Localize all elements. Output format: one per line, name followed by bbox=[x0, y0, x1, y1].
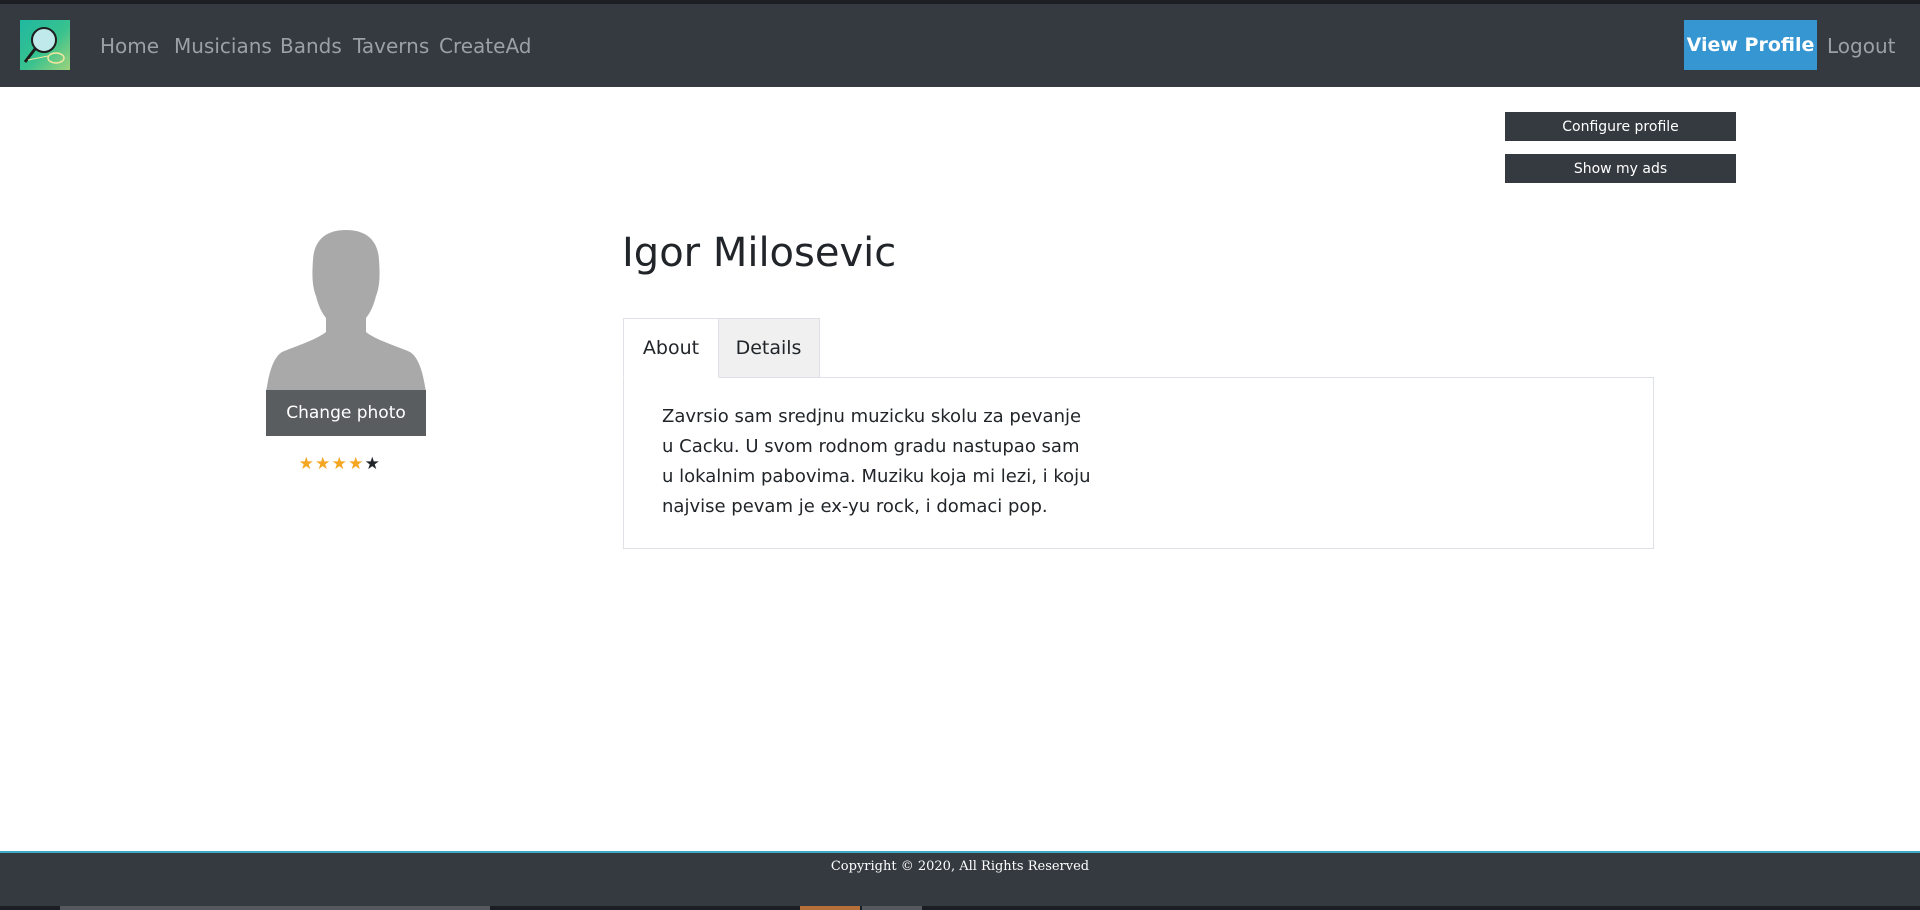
tab-details[interactable]: Details bbox=[718, 318, 820, 378]
about-text: Zavrsio sam sredjnu muzicku skolu za pev… bbox=[662, 406, 1091, 517]
star-filled-icon: ★ bbox=[348, 454, 364, 474]
star-empty-icon: ★ bbox=[364, 454, 380, 474]
taskbar-marker bbox=[800, 906, 860, 910]
change-photo-button[interactable]: Change photo bbox=[266, 390, 426, 436]
copyright-text: Copyright © 2020, All Rights Reserved bbox=[830, 859, 1090, 874]
star-rating: ★★★★★ bbox=[298, 454, 381, 474]
star-filled-icon: ★ bbox=[298, 454, 314, 474]
taskbar-marker bbox=[862, 906, 922, 910]
user-silhouette-icon bbox=[266, 228, 426, 393]
configure-profile-button[interactable]: Configure profile bbox=[1505, 112, 1736, 141]
nav-taverns[interactable]: Taverns bbox=[353, 34, 429, 58]
nav-bands[interactable]: Bands bbox=[280, 34, 342, 58]
logout-link[interactable]: Logout bbox=[1827, 34, 1895, 58]
taskbar-marker bbox=[60, 906, 490, 910]
profile-name: Igor Milosevic bbox=[622, 230, 897, 276]
tab-about[interactable]: About bbox=[623, 318, 719, 378]
nav-create-ad[interactable]: CreateAd bbox=[439, 34, 531, 58]
footer: Copyright © 2020, All Rights Reserved bbox=[0, 851, 1920, 910]
magnifier-logo-icon[interactable] bbox=[20, 20, 70, 70]
nav-home[interactable]: Home bbox=[100, 34, 159, 58]
nav-musicians[interactable]: Musicians bbox=[174, 34, 272, 58]
star-filled-icon: ★ bbox=[331, 454, 347, 474]
navbar: Home Musicians Bands Taverns CreateAd Vi… bbox=[0, 4, 1920, 87]
star-filled-icon: ★ bbox=[315, 454, 331, 474]
view-profile-button[interactable]: View Profile bbox=[1684, 20, 1817, 70]
show-my-ads-button[interactable]: Show my ads bbox=[1505, 154, 1736, 183]
about-panel: Zavrsio sam sredjnu muzicku skolu za pev… bbox=[623, 377, 1654, 549]
